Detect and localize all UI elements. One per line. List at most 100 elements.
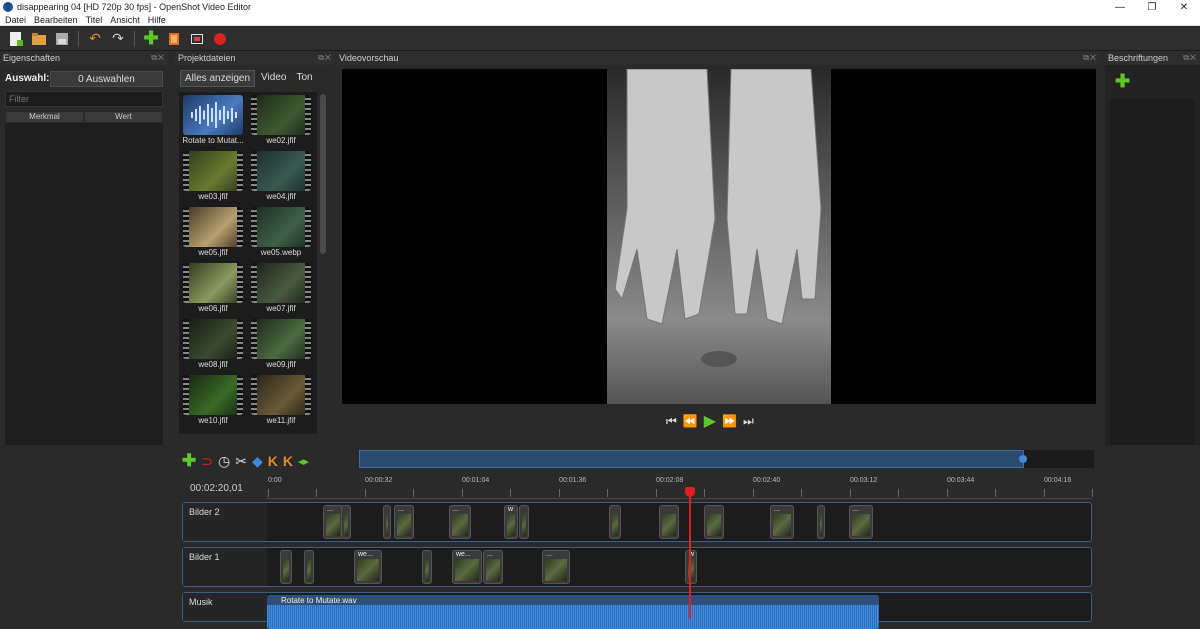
timeline-clip[interactable]	[609, 505, 621, 539]
timeline-clip[interactable]: ...	[542, 550, 570, 584]
ruler-tick-label: 00:01:04	[462, 477, 490, 484]
save-project-icon[interactable]	[54, 31, 70, 47]
timeline-ruler[interactable]: 0:00 00:00:32 00:01:04 00:01:36 00:02:08 00:0…	[266, 475, 1093, 499]
file-thumbnail	[183, 263, 243, 303]
file-thumbnail	[183, 151, 243, 191]
timeline-clip[interactable]: ...	[849, 505, 873, 539]
timeline-clip[interactable]: we...	[354, 550, 382, 584]
add-track-icon[interactable]: ✚	[182, 451, 196, 471]
timeline-clip[interactable]	[817, 505, 825, 539]
add-caption-icon[interactable]: ✚	[1115, 71, 1130, 92]
timeline-overview-minimap[interactable]	[359, 450, 1094, 468]
timeline-clip[interactable]	[304, 550, 314, 584]
jump-start-icon[interactable]: ⏮	[666, 414, 677, 429]
jump-end-icon[interactable]: ⏭	[743, 414, 754, 429]
tab-video[interactable]: Video	[257, 70, 290, 87]
open-project-icon[interactable]	[31, 31, 47, 47]
timeline-clip[interactable]	[704, 505, 724, 539]
project-file-item[interactable]: we05.webp	[249, 206, 313, 262]
playhead-line[interactable]	[689, 489, 691, 619]
timing-clock-icon[interactable]: ◷	[218, 453, 230, 470]
file-thumbnail	[183, 319, 243, 359]
timeline-clip[interactable]	[519, 505, 529, 539]
profile-icon[interactable]	[166, 31, 182, 47]
track-musik[interactable]: Musik Rotate to Mutate.wav	[182, 592, 1092, 629]
fullscreen-icon[interactable]	[189, 31, 205, 47]
timeline-clip[interactable]	[422, 550, 432, 584]
project-file-item[interactable]: we02.jfif	[249, 94, 313, 150]
ruler-tick	[559, 489, 560, 497]
project-file-item[interactable]: we06.jfif	[181, 262, 245, 318]
menu-bearbeiten[interactable]: Bearbeiten	[34, 15, 78, 25]
column-merkmal[interactable]: Merkmal	[5, 111, 84, 123]
track-bilder-1[interactable]: Bilder 1 we... we... ... ... w	[182, 547, 1092, 587]
timeline-clip[interactable]: w	[685, 550, 697, 584]
tab-audio[interactable]: Ton	[292, 70, 316, 87]
redo-icon[interactable]: ↷	[110, 30, 126, 47]
timeline-clip[interactable]	[659, 505, 679, 539]
timeline-clip[interactable]: w	[504, 505, 518, 539]
window-title: disappearing 04 [HD 720p 30 fps] - OpenS…	[17, 2, 251, 12]
audio-clip[interactable]: Rotate to Mutate.wav	[267, 595, 879, 629]
maximize-button[interactable]: ❐	[1136, 0, 1168, 14]
timeline-clip[interactable]: ...	[483, 550, 503, 584]
timeline-clip[interactable]: ...	[449, 505, 471, 539]
toolbar-separator	[78, 30, 79, 47]
import-files-icon[interactable]: ✚	[143, 28, 159, 48]
timeline-clip[interactable]: ...	[770, 505, 794, 539]
timeline-clip[interactable]	[341, 505, 351, 539]
dock-buttons-icon[interactable]: ⧉✕	[151, 53, 165, 63]
ruler-tick-label: 00:00:32	[365, 477, 393, 484]
timeline-clip[interactable]: we...	[452, 550, 482, 584]
dock-buttons-icon[interactable]: ⧉✕	[1083, 53, 1097, 63]
project-file-item[interactable]: we11.jfif	[249, 374, 313, 430]
play-icon[interactable]: ▶	[704, 411, 716, 431]
new-project-icon[interactable]	[8, 31, 24, 47]
previous-marker-icon[interactable]: K	[268, 453, 278, 469]
menu-hilfe[interactable]: Hilfe	[148, 15, 166, 25]
minimize-button[interactable]: —	[1104, 0, 1136, 14]
project-file-item[interactable]: we09.jfif	[249, 318, 313, 374]
dock-buttons-icon[interactable]: ⧉✕	[1183, 53, 1197, 63]
fast-forward-icon[interactable]: ⏩	[722, 414, 737, 428]
timeline-clip[interactable]	[280, 550, 292, 584]
video-canvas[interactable]	[342, 69, 1096, 404]
minimap-handle-icon[interactable]	[1019, 455, 1027, 463]
next-marker-icon[interactable]: K	[283, 453, 293, 469]
timeline-visible-range[interactable]	[359, 450, 1024, 468]
toolbar-separator	[134, 30, 135, 47]
close-button[interactable]: ✕	[1168, 0, 1200, 14]
project-file-item[interactable]: we04.jfif	[249, 150, 313, 206]
project-file-item[interactable]: we07.jfif	[249, 262, 313, 318]
ruler-tick	[801, 489, 802, 497]
menu-ansicht[interactable]: Ansicht	[110, 15, 140, 25]
project-file-item[interactable]: we05.jfif	[181, 206, 245, 262]
project-files-filter-tabs: Alles anzeigen Video Ton	[180, 70, 317, 87]
dock-buttons-icon[interactable]: ⧉✕	[318, 53, 332, 63]
track-bilder-2[interactable]: Bilder 2 ... ... ... w ... ...	[182, 502, 1092, 542]
record-icon[interactable]	[212, 31, 228, 47]
rewind-icon[interactable]: ⏪	[683, 414, 698, 428]
timeline-clip[interactable]	[383, 505, 391, 539]
ruler-tick	[704, 489, 705, 497]
tab-show-all[interactable]: Alles anzeigen	[180, 70, 256, 87]
add-marker-icon[interactable]: ◆	[252, 453, 263, 470]
project-file-item[interactable]: Rotate to Mutat...	[181, 94, 245, 150]
project-file-item[interactable]: we08.jfif	[181, 318, 245, 374]
snap-magnet-icon[interactable]: ⊃	[201, 453, 213, 470]
menu-titel[interactable]: Titel	[86, 15, 103, 25]
timeline-clip[interactable]: ...	[323, 505, 343, 539]
menu-datei[interactable]: Datei	[5, 15, 26, 25]
project-file-item[interactable]: we10.jfif	[181, 374, 245, 430]
selection-dropdown[interactable]: 0 Auswahlen	[50, 71, 163, 87]
project-file-item[interactable]: we03.jfif	[181, 150, 245, 206]
timeline-clip[interactable]: ...	[394, 505, 414, 539]
undo-icon[interactable]: ↶	[87, 30, 103, 47]
column-wert[interactable]: Wert	[84, 111, 163, 123]
properties-filter-input[interactable]: Filter	[5, 91, 163, 107]
track-name: Bilder 2	[189, 507, 220, 517]
razor-scissors-icon[interactable]: ✂	[235, 453, 247, 470]
center-playhead-icon[interactable]: ◂▸	[298, 455, 309, 468]
project-files-scrollbar[interactable]	[319, 92, 327, 434]
ruler-tick	[316, 489, 317, 497]
